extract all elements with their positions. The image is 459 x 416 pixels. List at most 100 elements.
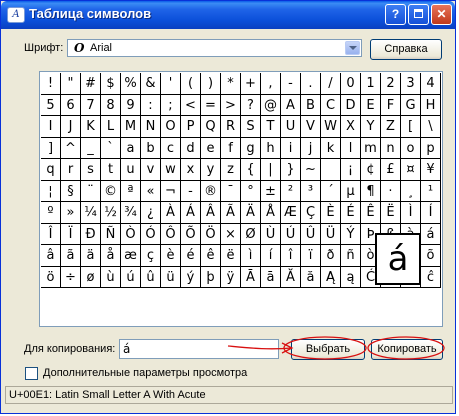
- char-cell[interactable]: e: [201, 137, 221, 159]
- char-cell[interactable]: Ì: [401, 202, 421, 224]
- char-cell[interactable]: 6: [61, 94, 81, 116]
- char-cell[interactable]: å: [101, 245, 121, 267]
- char-cell[interactable]: Ă: [281, 266, 301, 288]
- char-cell[interactable]: Ú: [281, 223, 301, 245]
- char-cell[interactable]: ã: [61, 245, 81, 267]
- char-cell[interactable]: ;: [161, 94, 181, 116]
- char-cell[interactable]: ç: [141, 245, 161, 267]
- char-cell[interactable]: \: [421, 116, 441, 138]
- char-cell[interactable]: b: [141, 137, 161, 159]
- char-cell[interactable]: }: [281, 159, 301, 181]
- char-cell[interactable]: /: [321, 73, 341, 95]
- char-cell[interactable]: Ð: [81, 223, 101, 245]
- char-cell[interactable]: |: [261, 159, 281, 181]
- char-cell[interactable]: o: [401, 137, 421, 159]
- char-cell[interactable]: j: [301, 137, 321, 159]
- char-cell[interactable]: A: [281, 94, 301, 116]
- char-cell[interactable]: f: [221, 137, 241, 159]
- char-cell[interactable]: ': [161, 73, 181, 95]
- char-cell[interactable]: y: [201, 159, 221, 181]
- character-grid[interactable]: ! " # $% & '() * +, -./0 1 2 3 4 5 6 7 8 9:; < = >? @ A B C D E F G H…: [39, 71, 443, 327]
- char-cell[interactable]: l: [341, 137, 361, 159]
- char-cell[interactable]: È: [321, 202, 341, 224]
- char-cell[interactable]: Ø: [241, 223, 261, 245]
- char-cell[interactable]: ¹: [421, 180, 441, 202]
- char-cell[interactable]: Ñ: [101, 223, 121, 245]
- char-cell[interactable]: ä: [81, 245, 101, 267]
- char-cell[interactable]: E: [361, 94, 381, 116]
- char-cell[interactable]: ¨: [81, 180, 101, 202]
- char-cell[interactable]: Ó: [141, 223, 161, 245]
- help-title-button[interactable]: ?: [385, 4, 406, 25]
- char-cell[interactable]: #: [81, 73, 101, 95]
- char-cell[interactable]: ¶: [361, 180, 381, 202]
- char-cell[interactable]: ì: [241, 245, 261, 267]
- char-cell[interactable]: U: [281, 116, 301, 138]
- char-cell[interactable]: [321, 159, 341, 181]
- char-cell[interactable]: á: [421, 223, 441, 245]
- char-cell[interactable]: ā: [261, 266, 281, 288]
- char-cell[interactable]: °: [241, 180, 261, 202]
- char-cell[interactable]: x: [181, 159, 201, 181]
- char-cell[interactable]: X: [341, 116, 361, 138]
- char-cell[interactable]: p: [421, 137, 441, 159]
- char-cell[interactable]: H: [421, 94, 441, 116]
- char-cell[interactable]: d: [181, 137, 201, 159]
- char-cell[interactable]: ): [201, 73, 221, 95]
- char-cell[interactable]: G: [401, 94, 421, 116]
- char-cell[interactable]: â: [41, 245, 61, 267]
- char-cell[interactable]: Ô: [161, 223, 181, 245]
- char-cell[interactable]: Ā: [241, 266, 261, 288]
- char-cell[interactable]: £: [381, 159, 401, 181]
- char-cell[interactable]: 3: [401, 73, 421, 95]
- char-cell[interactable]: ¥: [421, 159, 441, 181]
- advanced-view-checkbox[interactable]: [25, 367, 38, 380]
- char-cell[interactable]: ú: [121, 266, 141, 288]
- char-cell[interactable]: q: [41, 159, 61, 181]
- char-cell[interactable]: Y: [361, 116, 381, 138]
- char-cell[interactable]: ³: [301, 180, 321, 202]
- close-button[interactable]: ✕: [431, 4, 452, 25]
- char-cell[interactable]: (: [181, 73, 201, 95]
- char-cell[interactable]: B: [301, 94, 321, 116]
- char-cell[interactable]: L: [101, 116, 121, 138]
- char-cell[interactable]: `: [101, 137, 121, 159]
- char-cell[interactable]: Æ: [281, 202, 301, 224]
- char-cell[interactable]: Í: [421, 202, 441, 224]
- select-button[interactable]: Выбрать: [291, 339, 365, 360]
- char-cell[interactable]: ¼: [81, 202, 101, 224]
- char-cell[interactable]: .: [301, 73, 321, 95]
- char-cell[interactable]: ®: [201, 180, 221, 202]
- char-cell[interactable]: »: [61, 202, 81, 224]
- char-cell[interactable]: è: [161, 245, 181, 267]
- char-cell[interactable]: ±: [261, 180, 281, 202]
- char-cell[interactable]: ´: [321, 180, 341, 202]
- char-cell[interactable]: =: [201, 94, 221, 116]
- char-cell[interactable]: Ą: [321, 266, 341, 288]
- char-cell[interactable]: ă: [301, 266, 321, 288]
- char-cell[interactable]: [: [401, 116, 421, 138]
- char-cell[interactable]: ø: [81, 266, 101, 288]
- char-cell[interactable]: Ò: [121, 223, 141, 245]
- char-cell[interactable]: w: [161, 159, 181, 181]
- char-cell[interactable]: ·: [381, 180, 401, 202]
- char-cell[interactable]: %: [121, 73, 141, 95]
- char-cell[interactable]: {: [241, 159, 261, 181]
- char-cell[interactable]: *: [221, 73, 241, 95]
- char-cell[interactable]: 9: [121, 94, 141, 116]
- char-cell[interactable]: Ù: [261, 223, 281, 245]
- char-cell[interactable]: g: [241, 137, 261, 159]
- char-cell[interactable]: ×: [221, 223, 241, 245]
- char-cell[interactable]: ¦: [41, 180, 61, 202]
- char-cell[interactable]: <: [181, 94, 201, 116]
- char-cell[interactable]: O: [161, 116, 181, 138]
- char-cell[interactable]: :: [141, 94, 161, 116]
- char-cell[interactable]: ê: [201, 245, 221, 267]
- char-cell[interactable]: ²: [281, 180, 301, 202]
- char-cell[interactable]: n: [381, 137, 401, 159]
- char-cell[interactable]: ©: [101, 180, 121, 202]
- char-cell[interactable]: 4: [421, 73, 441, 95]
- char-cell[interactable]: Ý: [341, 223, 361, 245]
- char-cell[interactable]: 7: [81, 94, 101, 116]
- char-cell[interactable]: ý: [181, 266, 201, 288]
